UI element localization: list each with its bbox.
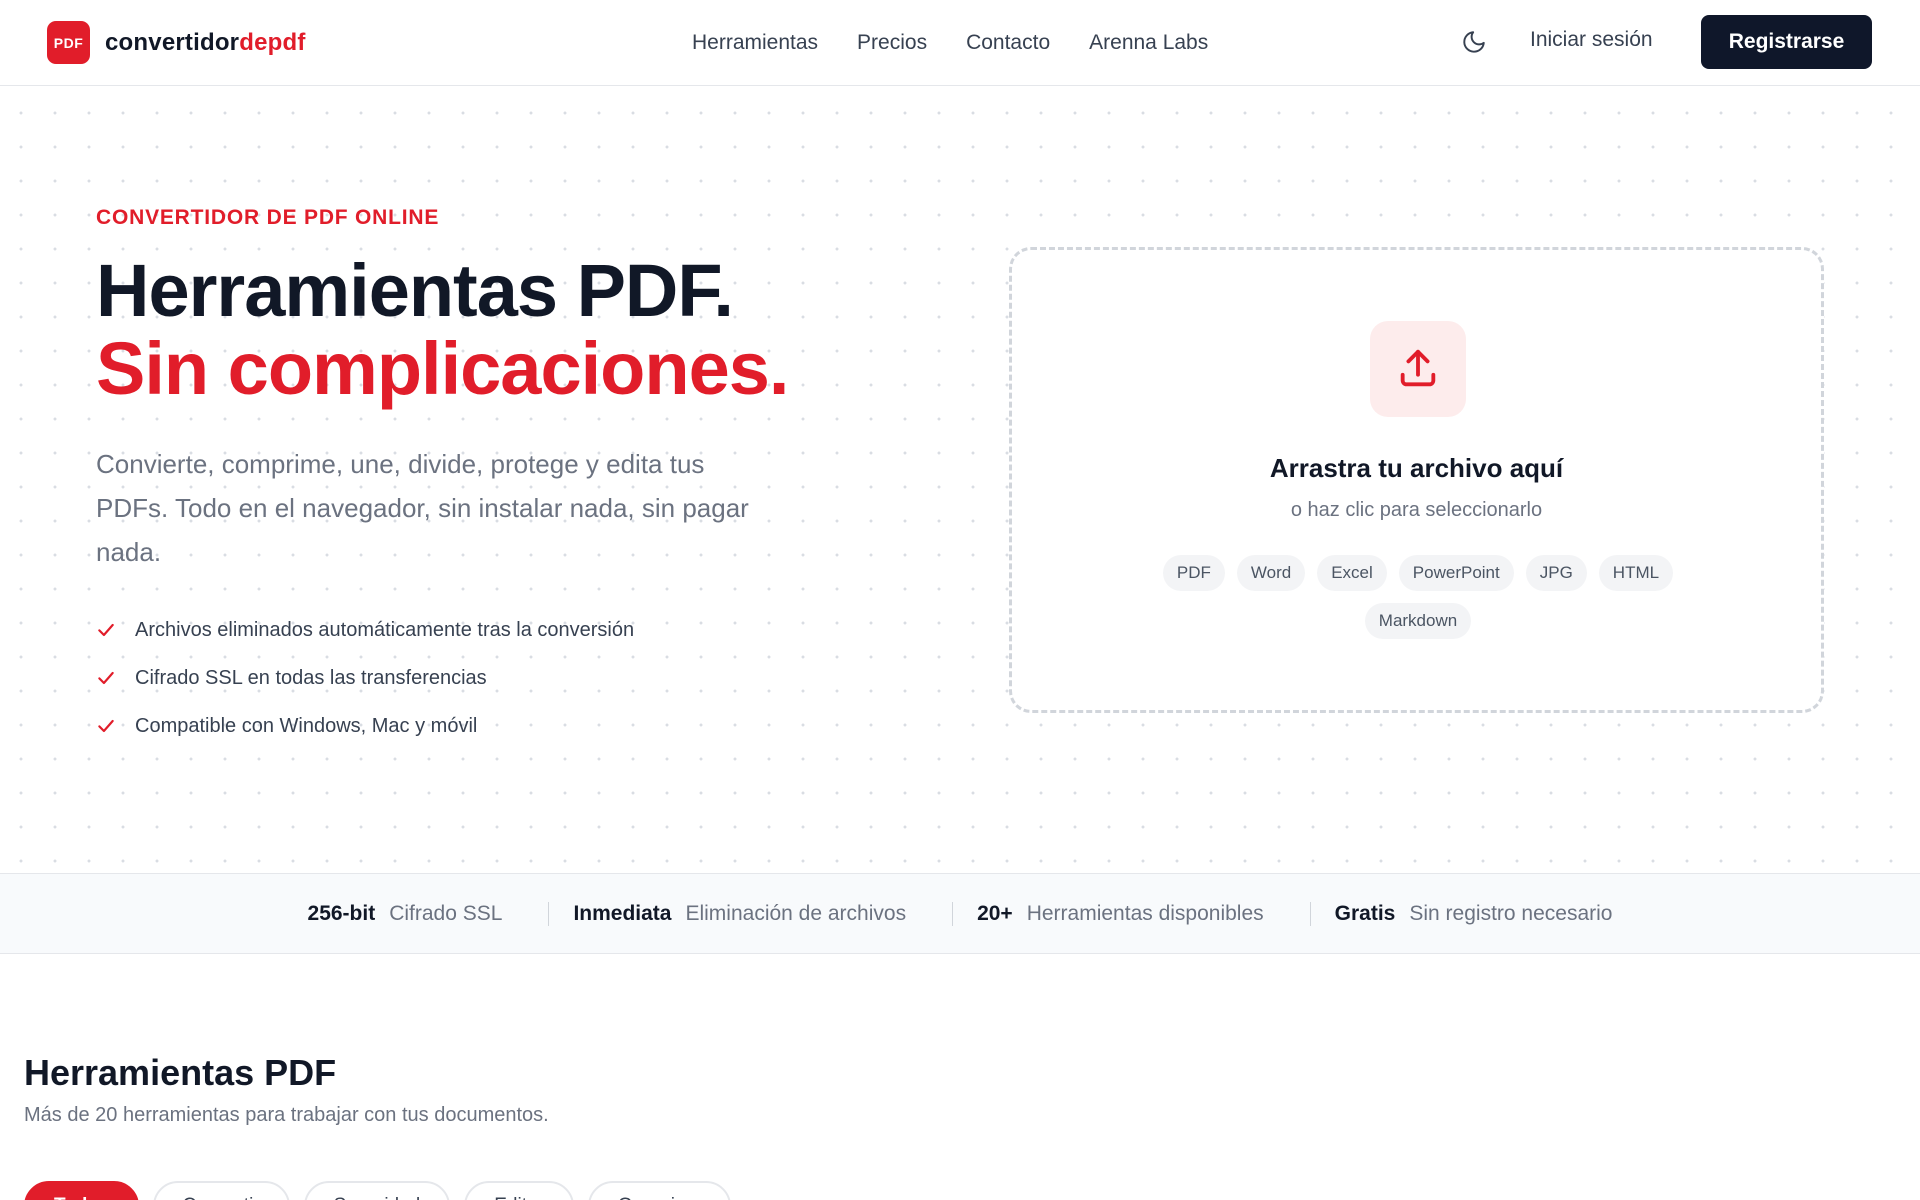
stat-item: 256-bit Cifrado SSL [296, 902, 515, 926]
filter-tab-todas[interactable]: Todas [24, 1181, 139, 1200]
hero-title: Herramientas PDF. Sin complicaciones. [96, 252, 796, 408]
hero-title-line2: Sin complicaciones. [96, 327, 789, 410]
hero-eyebrow: CONVERTIDOR DE PDF ONLINE [96, 206, 440, 229]
logo-text: convertidordepdf [105, 29, 306, 57]
format-chip-word: Word [1236, 555, 1306, 591]
nav-link-herramientas[interactable]: Herramientas [692, 31, 818, 55]
upload-icon [1370, 321, 1466, 417]
format-chip-html: HTML [1598, 555, 1674, 591]
file-dropzone[interactable]: Arrastra tu archivo aquí o haz clic para… [1009, 247, 1824, 713]
stat-value: Gratis [1334, 901, 1396, 925]
stat-divider [1309, 901, 1311, 926]
feature-item: Archivos eliminados automáticamente tras… [96, 606, 796, 654]
stat-item: Gratis Sin registro necesario [1323, 902, 1625, 926]
tools-subtitle: Más de 20 herramientas para trabajar con… [24, 1104, 549, 1126]
stat-divider [548, 901, 550, 926]
format-chip-powerpoint: PowerPoint [1398, 555, 1514, 591]
feature-text: Archivos eliminados automáticamente tras… [135, 618, 635, 641]
logo-link[interactable]: PDF convertidordepdf [47, 21, 306, 64]
nav-link-contacto[interactable]: Contacto [966, 31, 1050, 55]
feature-text: Compatible con Windows, Mac y móvil [135, 714, 478, 737]
stat-label: Herramientas disponibles [1026, 901, 1264, 925]
nav-link-precios[interactable]: Precios [857, 31, 927, 55]
filter-tab-seguridad[interactable]: Seguridad [303, 1181, 451, 1200]
tools-section: Herramientas PDF Más de 20 herramientas … [24, 1052, 549, 1127]
stat-label: Sin registro necesario [1409, 901, 1613, 925]
format-chips: PDF Word Excel PowerPoint JPG HTML Markd… [1112, 555, 1724, 639]
tools-title: Herramientas PDF [24, 1052, 337, 1093]
feature-list: Archivos eliminados automáticamente tras… [96, 606, 796, 750]
filter-tab-organizar[interactable]: Organizar [587, 1181, 732, 1200]
main-nav: Herramientas Precios Contacto Arenna Lab… [692, 0, 1247, 86]
check-icon [98, 623, 114, 637]
logo-text-accent: depdf [239, 28, 306, 56]
hero-title-line1: Herramientas PDF. [96, 249, 734, 332]
login-link[interactable]: Iniciar sesión [1530, 28, 1653, 52]
logo-text-main: convertidor [105, 28, 240, 56]
format-chip-excel: Excel [1317, 555, 1387, 591]
stat-label: Eliminación de archivos [685, 901, 907, 925]
register-button[interactable]: Registrarse [1701, 15, 1872, 69]
feature-item: Cifrado SSL en todas las transferencias [96, 654, 796, 702]
stat-value: Inmediata [573, 901, 672, 925]
feature-item: Compatible con Windows, Mac y móvil [96, 702, 796, 750]
feature-text: Cifrado SSL en todas las transferencias [135, 666, 487, 689]
stats-bar: 256-bit Cifrado SSL Inmediata Eliminació… [0, 873, 1920, 954]
logo-badge: PDF [47, 21, 90, 64]
nav-link-arenna-labs[interactable]: Arenna Labs [1089, 31, 1208, 55]
stat-value: 20+ [977, 901, 1013, 925]
hero-subtitle: Convierte, comprime, une, divide, proteg… [96, 449, 749, 567]
check-icon [98, 719, 114, 733]
stat-value: 256-bit [307, 901, 376, 925]
site-header: PDF convertidordepdf Herramientas Precio… [0, 0, 1920, 86]
filter-tab-convertir[interactable]: Convertir [152, 1181, 290, 1200]
stat-label: Cifrado SSL [389, 901, 503, 925]
stat-item: 20+ Herramientas disponibles [965, 902, 1276, 926]
check-icon [98, 671, 114, 685]
filter-tab-editar[interactable]: Editar [464, 1181, 574, 1200]
format-chip-markdown: Markdown [1364, 603, 1472, 639]
stat-item: Inmediata Eliminación de archivos [561, 902, 918, 926]
hero-section: CONVERTIDOR DE PDF ONLINE Herramientas P… [96, 206, 796, 750]
format-chip-pdf: PDF [1162, 555, 1225, 591]
dropzone-title: Arrastra tu archivo aquí [1269, 453, 1564, 483]
dropzone-subtitle: o haz clic para seleccionarlo [1290, 499, 1543, 521]
theme-toggle-button[interactable] [1456, 24, 1492, 60]
tool-filter-tabs: Todas Convertir Seguridad Editar Organiz… [24, 1181, 732, 1200]
stat-divider [952, 901, 954, 926]
moon-icon [1463, 31, 1485, 53]
format-chip-jpg: JPG [1525, 555, 1587, 591]
